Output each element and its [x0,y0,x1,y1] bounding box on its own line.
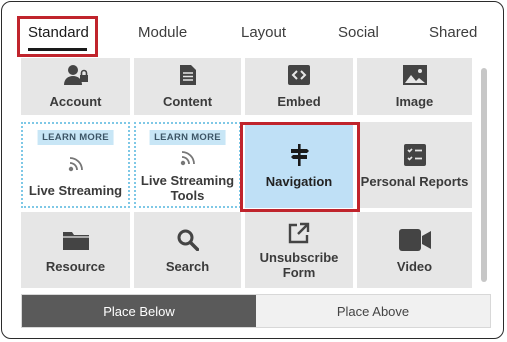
learn-more-badge[interactable]: LEARN MORE [149,130,226,145]
tile-label: Navigation [265,173,333,189]
tile-image[interactable]: Image [357,58,472,115]
tile-label: Search [165,258,210,274]
tile-label: Content [162,94,213,109]
tile-label: Account [49,94,102,109]
broadcast-icon [179,145,197,171]
tile-embed[interactable]: Embed [245,58,353,115]
external-link-icon [288,220,310,246]
place-above-button[interactable]: Place Above [256,295,490,327]
tile-label: Resource [45,258,106,274]
tile-video[interactable]: Video [357,212,472,288]
scrollbar[interactable] [479,58,489,290]
folder-icon [62,227,89,253]
tile-unsubscribe-form[interactable]: Unsubscribe Form [245,212,353,288]
account-lock-icon [63,62,89,88]
widget-picker-panel: Standard Module Layout Social Shared Acc… [1,1,504,339]
tab-module[interactable]: Module [138,24,187,41]
search-icon [177,227,199,253]
document-icon [179,62,197,88]
tile-personal-reports[interactable]: Personal Reports [357,122,472,208]
tile-label: Live Streaming Tools [140,173,235,203]
tab-shared[interactable]: Shared [429,24,477,41]
tile-label: Live Streaming [28,182,123,198]
checklist-icon [403,142,426,168]
tile-label: Video [396,258,433,274]
signpost-icon [288,142,310,168]
tile-navigation[interactable]: Navigation [245,122,353,208]
place-below-button[interactable]: Place Below [22,295,256,327]
scrollbar-thumb[interactable] [481,68,487,282]
tile-label: Embed [277,94,321,109]
tab-bar: Standard Module Layout Social Shared [2,2,503,58]
tile-content[interactable]: Content [134,58,241,115]
tile-live-streaming[interactable]: LEARN MORE Live Streaming [21,122,130,208]
tile-label: Image [395,94,434,109]
code-icon [288,62,310,88]
tab-layout[interactable]: Layout [241,24,286,41]
tile-label: Personal Reports [360,173,469,189]
placement-toggle: Place Below Place Above [21,294,491,328]
tile-live-streaming-tools[interactable]: LEARN MORE Live Streaming Tools [134,122,241,208]
tile-resource[interactable]: Resource [21,212,130,288]
widget-grid: Account Content Embed Image LEARN MORE L… [21,58,473,290]
tile-search[interactable]: Search [134,212,241,288]
learn-more-badge[interactable]: LEARN MORE [37,130,114,145]
image-icon [402,62,427,88]
tab-social[interactable]: Social [338,24,379,41]
video-camera-icon [398,227,431,253]
tile-account[interactable]: Account [21,58,130,115]
tab-standard-highlight [17,16,98,57]
broadcast-icon [67,151,85,177]
tile-label: Unsubscribe Form [259,250,339,280]
